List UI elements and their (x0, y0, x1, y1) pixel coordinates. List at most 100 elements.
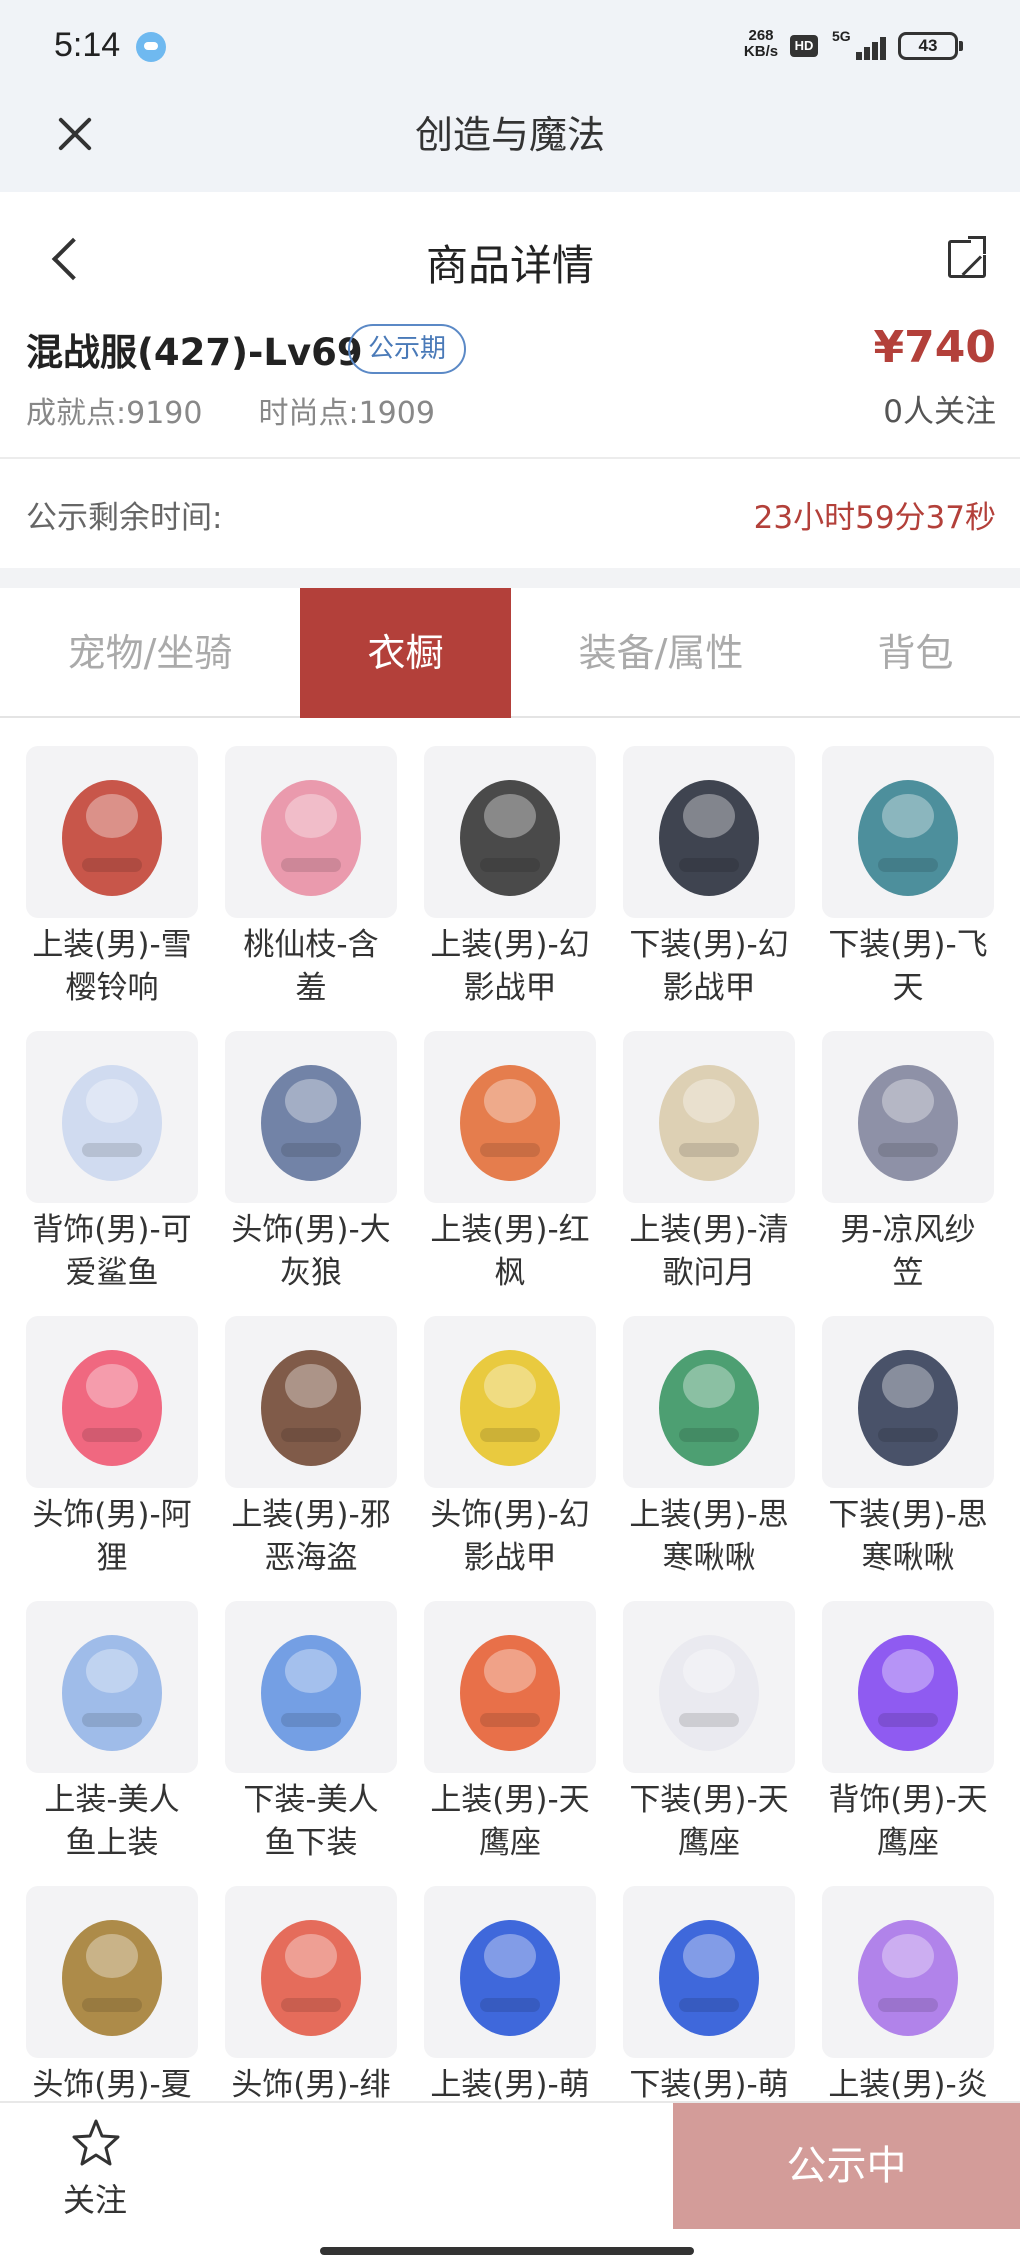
tab-equipment[interactable]: 装备/属性 (511, 588, 811, 718)
item-name: 上装-美人 鱼上装 (26, 1779, 210, 1865)
item-thumbnail[interactable] (26, 746, 198, 918)
item-thumbnail[interactable] (822, 1316, 994, 1488)
flower-lei-icon (822, 1886, 994, 2058)
item-thumbnail[interactable] (424, 1316, 596, 1488)
wardrobe-item[interactable]: 上装(男)-炎 (822, 1886, 994, 2101)
item-name-line: 歌问月 (662, 1255, 756, 1291)
wardrobe-item[interactable]: 桃仙枝-含羞 (225, 746, 397, 1018)
countdown-value: 23小时59分37秒 (753, 500, 996, 536)
item-name: 背饰(男)-可 爱鲨鱼 (26, 1209, 210, 1295)
wardrobe-grid: 上装(男)-雪 樱铃响 桃仙枝-含羞上装(男)-幻 影战甲 下装(男)-幻 影战甲 下装(男… (26, 746, 998, 2101)
wardrobe-item[interactable]: 头饰(男)-大 灰狼 (225, 1031, 397, 1303)
item-name-line: 鹰座 (678, 1825, 740, 1861)
green-hoodie-icon (623, 1316, 795, 1488)
item-thumbnail[interactable] (424, 746, 596, 918)
item-thumbnail[interactable] (822, 1031, 994, 1203)
item-name: 头饰(男)-夏 (26, 2064, 210, 2101)
item-name-line: 枫 (494, 1255, 526, 1291)
wardrobe-item[interactable]: 上装(男)-红枫 (424, 1031, 596, 1303)
wardrobe-item[interactable]: 上装(男)-思 寒啾啾 (623, 1316, 795, 1588)
item-name-line: 下装(男)-飞 (828, 927, 988, 963)
wardrobe-item[interactable]: 下装(男)-萌 (623, 1886, 795, 2101)
wardrobe-item[interactable]: 背饰(男)-可 爱鲨鱼 (26, 1031, 198, 1303)
item-name-line: 羞 (295, 970, 327, 1006)
summer-hat-icon (26, 1886, 198, 2058)
item-thumbnail[interactable] (822, 746, 994, 918)
phantom-armor-top-icon (424, 746, 596, 918)
item-thumbnail[interactable] (225, 1601, 397, 1773)
wardrobe-item[interactable]: 上装(男)-雪 樱铃响 (26, 746, 198, 1018)
wardrobe-item[interactable]: 上装(男)-邪 恶海盗 (225, 1316, 397, 1588)
grey-wolf-hat-icon (225, 1031, 397, 1203)
tab-wardrobe[interactable]: 衣橱 (300, 588, 511, 718)
item-thumbnail[interactable] (225, 1316, 397, 1488)
item-name-line: 上装(男)-红 (430, 1212, 590, 1248)
item-name: 上装(男)-天 鹰座 (412, 1779, 608, 1865)
item-thumbnail[interactable] (623, 1886, 795, 2058)
item-name: 上装(男)-清 歌问月 (611, 1209, 807, 1295)
wardrobe-item[interactable]: 上装(男)-天 鹰座 (424, 1601, 596, 1873)
item-name-line: 上装-美人 (44, 1782, 180, 1818)
wardrobe-item[interactable]: 背饰(男)-天 鹰座 (822, 1601, 994, 1873)
item-name: 上装(男)-萌 (412, 2064, 608, 2101)
item-thumbnail[interactable] (822, 1886, 994, 2058)
item-name-line: 下装-美人 (243, 1782, 379, 1818)
star-icon[interactable] (70, 2117, 122, 2169)
item-thumbnail[interactable] (225, 1886, 397, 2058)
item-name: 上装(男)-雪 樱铃响 (26, 924, 210, 1010)
battery-icon: 43 (898, 32, 963, 60)
item-thumbnail[interactable] (26, 1031, 198, 1203)
item-thumbnail[interactable] (623, 1601, 795, 1773)
item-name-line: 上装(男)-萌 (430, 2067, 590, 2101)
item-name: 上装(男)-邪 恶海盗 (213, 1494, 409, 1580)
item-thumbnail[interactable] (26, 1316, 198, 1488)
aquila-jacket-icon (424, 1601, 596, 1773)
achievement-label: 成就点: (26, 396, 127, 431)
nav-bar: 商品详情 (0, 192, 1020, 327)
wardrobe-item[interactable]: 头饰(男)-绯 (225, 1886, 397, 2101)
item-thumbnail[interactable] (424, 1601, 596, 1773)
item-thumbnail[interactable] (424, 1031, 596, 1203)
item-thumbnail[interactable] (225, 1031, 397, 1203)
wardrobe-item[interactable]: 男-凉风纱笠 (822, 1031, 994, 1303)
wardrobe-item[interactable]: 上装(男)-幻 影战甲 (424, 746, 596, 1018)
network-type: 5G (832, 28, 851, 44)
item-name-line: 上装(男)-邪 (231, 1497, 391, 1533)
wardrobe-item[interactable]: 头饰(男)-夏 (26, 1886, 198, 2101)
item-name-line: 鹰座 (479, 1825, 541, 1861)
item-name-line: 影战甲 (662, 970, 756, 1006)
wardrobe-item[interactable]: 头饰(男)-阿狸 (26, 1316, 198, 1588)
wardrobe-item[interactable]: 下装(男)-思 寒啾啾 (822, 1316, 994, 1588)
tab-backpack[interactable]: 背包 (811, 588, 1020, 718)
wardrobe-item[interactable]: 上装-美人 鱼上装 (26, 1601, 198, 1873)
wardrobe-item[interactable]: 下装(男)-飞天 (822, 746, 994, 1018)
tab-pets-mounts[interactable]: 宠物/坐骑 (0, 588, 300, 718)
item-thumbnail[interactable] (623, 1031, 795, 1203)
wardrobe-item[interactable]: 下装(男)-幻 影战甲 (623, 746, 795, 1018)
wardrobe-item[interactable]: 上装(男)-清 歌问月 (623, 1031, 795, 1303)
follow-label[interactable]: 关注 (40, 2175, 150, 2221)
item-name-line: 背饰(男)-天 (828, 1782, 988, 1818)
wardrobe-item[interactable]: 上装(男)-萌 (424, 1886, 596, 2101)
feitian-pants-icon (822, 746, 994, 918)
fashion-label: 时尚点: (258, 396, 359, 431)
item-name-line: 上装(男)-雪 (32, 927, 192, 963)
item-thumbnail[interactable] (225, 746, 397, 918)
item-thumbnail[interactable] (822, 1601, 994, 1773)
wardrobe-item[interactable]: 下装(男)-天 鹰座 (623, 1601, 795, 1873)
wardrobe-item[interactable]: 头饰(男)-幻 影战甲 (424, 1316, 596, 1588)
item-thumbnail[interactable] (424, 1886, 596, 2058)
item-name-line: 恶海盗 (264, 1540, 358, 1576)
item-thumbnail[interactable] (623, 1316, 795, 1488)
status-bar: 5:14 268 KB/s HD 5G 43 (0, 0, 1020, 90)
item-thumbnail[interactable] (26, 1886, 198, 2058)
status-button[interactable]: 公示中 (673, 2103, 1020, 2229)
item-name: 下装(男)-萌 (611, 2064, 807, 2101)
item-thumbnail[interactable] (623, 746, 795, 918)
peach-branch-icon (225, 746, 397, 918)
wardrobe-item[interactable]: 下装-美人 鱼下装 (225, 1601, 397, 1873)
item-name-line: 影战甲 (463, 1540, 557, 1576)
item-name-line: 笠 (892, 1255, 924, 1291)
item-thumbnail[interactable] (26, 1601, 198, 1773)
countdown-label: 公示剩余时间: (26, 500, 223, 536)
